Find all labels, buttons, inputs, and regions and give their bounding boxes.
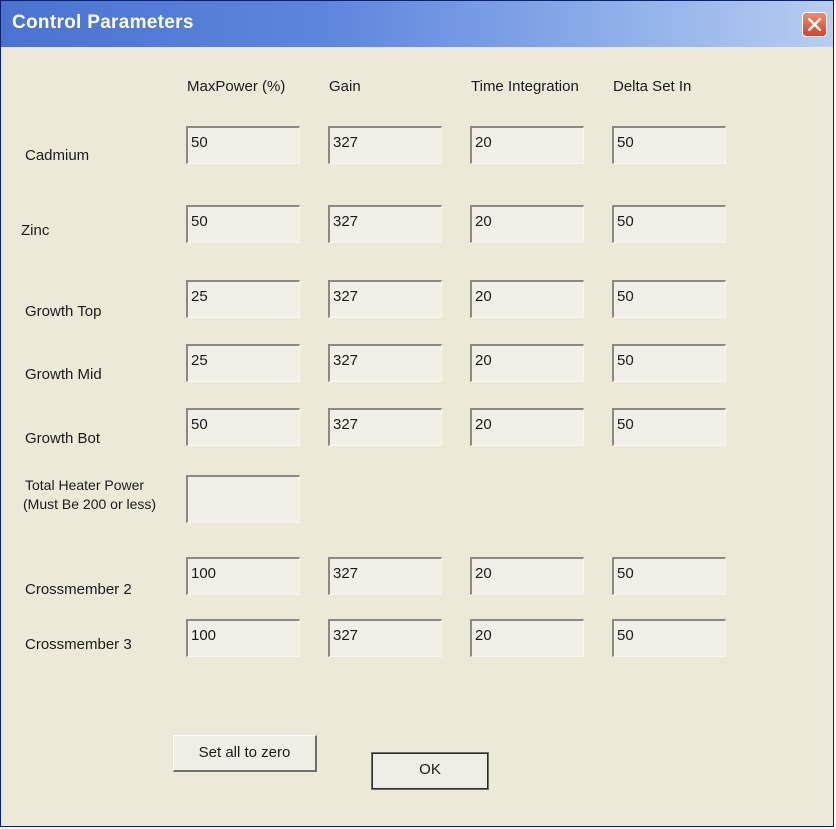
time-integration-field[interactable]: 20 <box>470 408 584 446</box>
row-label: Zinc <box>21 222 50 239</box>
column-header-time-integration: Time Integration <box>471 78 579 95</box>
delta-set-in-field[interactable]: 50 <box>612 408 726 446</box>
delta-set-in-field[interactable]: 50 <box>612 126 726 164</box>
delta-set-in-field[interactable]: 50 <box>612 344 726 382</box>
close-button[interactable] <box>802 12 827 37</box>
row-label: Growth Mid <box>25 366 102 383</box>
total-heater-label: Total Heater Power <box>25 477 145 493</box>
maxpower-field[interactable]: 50 <box>186 408 300 446</box>
delta-set-in-field[interactable]: 50 <box>612 280 726 318</box>
gain-field[interactable]: 327 <box>328 557 442 595</box>
total-heater-note: (Must Be 200 or less) <box>23 496 157 512</box>
total-heater-power-field[interactable] <box>186 475 300 523</box>
dialog-body: MaxPower (%) Gain Time Integration Delta… <box>1 47 833 826</box>
time-integration-field[interactable]: 20 <box>470 619 584 657</box>
maxpower-field[interactable]: 50 <box>186 205 300 243</box>
time-integration-field[interactable]: 20 <box>470 344 584 382</box>
column-header-delta-set-in: Delta Set In <box>613 78 692 95</box>
delta-set-in-field[interactable]: 50 <box>612 557 726 595</box>
column-header-gain: Gain <box>329 78 361 95</box>
time-integration-field[interactable]: 20 <box>470 205 584 243</box>
window-title: Control Parameters <box>12 12 194 33</box>
gain-field[interactable]: 327 <box>328 408 442 446</box>
maxpower-field[interactable]: 100 <box>186 557 300 595</box>
row-label: Growth Top <box>25 303 102 320</box>
close-icon <box>808 18 821 31</box>
delta-set-in-field[interactable]: 50 <box>612 205 726 243</box>
gain-field[interactable]: 327 <box>328 205 442 243</box>
set-all-to-zero-button[interactable]: Set all to zero <box>173 735 317 772</box>
column-header-maxpower: MaxPower (%) <box>187 78 286 95</box>
row-label: Crossmember 3 <box>25 636 132 653</box>
time-integration-field[interactable]: 20 <box>470 280 584 318</box>
ok-button[interactable]: OK <box>371 752 489 790</box>
maxpower-field[interactable]: 100 <box>186 619 300 657</box>
maxpower-field[interactable]: 25 <box>186 344 300 382</box>
maxpower-field[interactable]: 25 <box>186 280 300 318</box>
row-label: Crossmember 2 <box>25 581 132 598</box>
time-integration-field[interactable]: 20 <box>470 126 584 164</box>
row-label: Growth Bot <box>25 430 101 447</box>
title-bar[interactable]: Control Parameters <box>1 1 833 47</box>
row-label: Cadmium <box>25 147 90 164</box>
gain-field[interactable]: 327 <box>328 344 442 382</box>
gain-field[interactable]: 327 <box>328 619 442 657</box>
time-integration-field[interactable]: 20 <box>470 557 584 595</box>
delta-set-in-field[interactable]: 50 <box>612 619 726 657</box>
maxpower-field[interactable]: 50 <box>186 126 300 164</box>
control-parameters-dialog: Control Parameters MaxPower (%) Gain Tim… <box>0 0 834 827</box>
gain-field[interactable]: 327 <box>328 126 442 164</box>
gain-field[interactable]: 327 <box>328 280 442 318</box>
